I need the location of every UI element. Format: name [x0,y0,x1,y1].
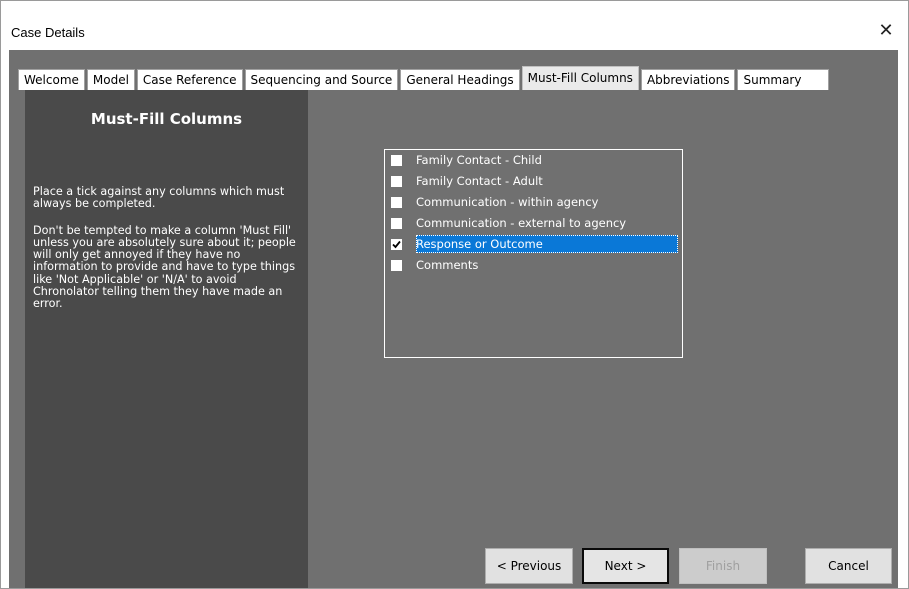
previous-button[interactable]: < Previous [485,548,573,584]
column-list-item[interactable]: Family Contact - Child [385,150,682,170]
tab-case-reference[interactable]: Case Reference [136,69,243,90]
column-label: Comments [416,258,479,272]
column-list-item[interactable]: Communication - within agency [385,192,682,212]
checkbox-icon[interactable] [391,175,402,187]
panel-heading: Must-Fill Columns [90,110,243,128]
checkbox-icon[interactable] [391,154,402,166]
checkbox-icon[interactable] [391,196,402,208]
panel-paragraph-1: Place a tick against any columns which m… [33,185,285,211]
tab-summary[interactable]: Summary [737,69,830,90]
column-list-item[interactable]: Communication - external to agency [385,213,682,233]
next-button[interactable]: Next > [582,548,669,584]
tab-model[interactable]: Model [86,69,135,90]
tab-must-fill-columns[interactable]: Must-Fill Columns [521,66,639,90]
column-label: Family Contact - Child [416,153,542,167]
column-label: Communication - external to agency [416,216,627,230]
checked-checkbox-icon[interactable] [391,238,402,250]
tab-abbreviations[interactable]: Abbreviations [640,69,736,90]
cancel-button[interactable]: Cancel [805,548,892,584]
finish-button[interactable]: Finish [679,548,767,584]
tab-sequencing-and-source[interactable]: Sequencing and Source [244,69,399,90]
column-list-item[interactable]: Comments [385,255,682,275]
tab-strip: Welcome Model Case Reference Sequencing … [18,66,831,90]
column-list-item[interactable]: Response or Outcome [385,234,682,254]
panel-description: Place a tick against any columns which m… [33,185,305,325]
column-label: Family Contact - Adult [416,174,543,188]
column-label: Response or Outcome [416,235,678,253]
close-icon[interactable]: ✕ [874,19,898,43]
must-fill-columns-list[interactable]: Family Contact - Child Family Contact - A… [384,149,683,358]
column-label: Communication - within agency [416,195,599,209]
tab-general-headings[interactable]: General Headings [400,69,520,90]
column-list-item[interactable]: Family Contact - Adult [385,171,682,191]
info-panel: Must-Fill Columns Place a tick against a… [25,90,308,588]
window-title: Case Details [11,25,85,40]
checkbox-icon[interactable] [391,217,402,229]
checkbox-icon[interactable] [391,259,402,271]
tab-welcome[interactable]: Welcome [18,69,85,90]
panel-paragraph-2: Don't be tempted to make a column 'Must … [33,223,296,311]
title-bar: Case Details ✕ [1,1,908,49]
